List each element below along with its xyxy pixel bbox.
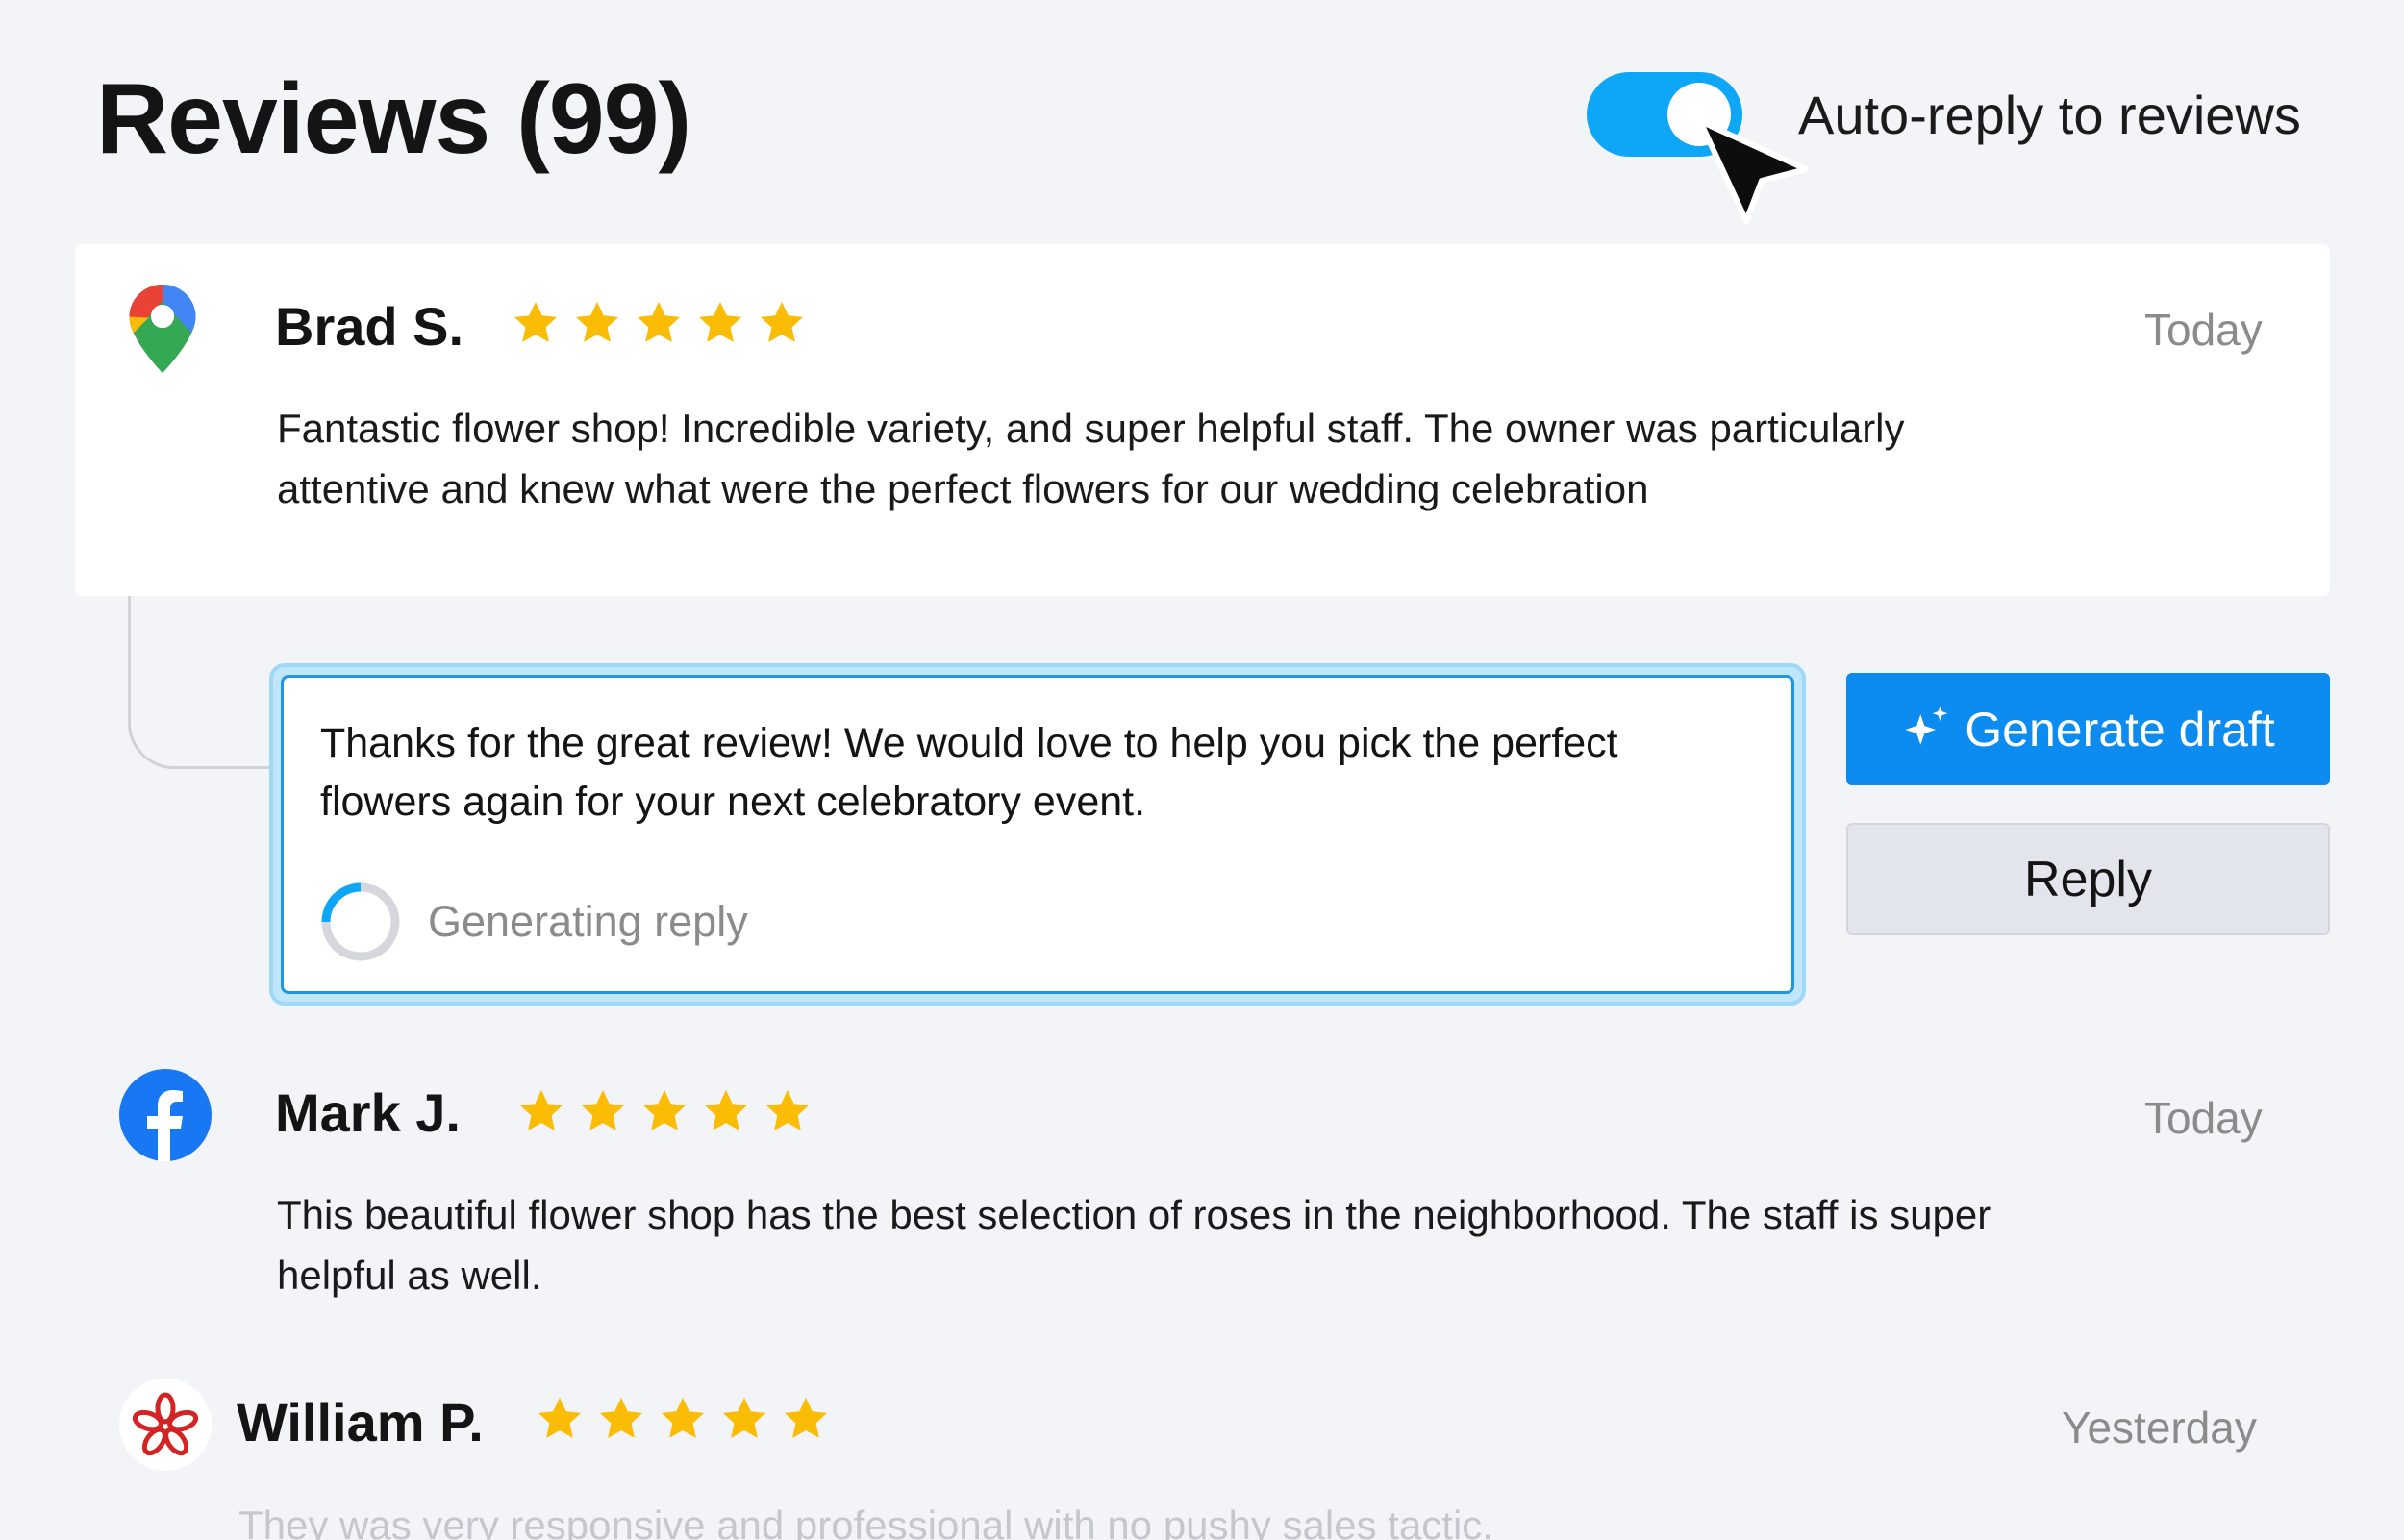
yelp-icon [119, 1379, 212, 1471]
thread-connector [128, 596, 282, 769]
review-text-line: attentive and knew what were the perfect… [277, 466, 1649, 511]
page-title: Reviews (99) [96, 63, 691, 175]
star-icon [657, 1394, 709, 1444]
star-icon [534, 1394, 586, 1444]
review-date: Today [2144, 1093, 2263, 1143]
review-date: Today [2144, 305, 2263, 355]
star-icon [756, 298, 808, 348]
reviewer-name: William P. [237, 1392, 484, 1453]
reply-text: Thanks for the great review! We would lo… [320, 714, 1618, 832]
reply-text-line: Thanks for the great review! We would lo… [320, 720, 1618, 766]
reviews-page: Reviews (99) Auto-reply to reviews Brad … [0, 0, 2404, 1540]
auto-reply-label: Auto-reply to reviews [1798, 85, 2301, 145]
generating-status: Generating reply [428, 897, 748, 946]
star-icon [762, 1086, 814, 1136]
reviewer-name: Mark J. [275, 1082, 461, 1143]
reply-text-line: flowers again for your next celebratory … [320, 779, 1146, 826]
facebook-icon [119, 1069, 212, 1161]
reply-button-label: Reply [2024, 851, 2152, 907]
star-icon [694, 298, 746, 348]
review-card: Brad S. Today Fantastic flower shop! Inc… [75, 244, 2330, 596]
review-text-line: They was very responsive and professiona… [238, 1503, 1493, 1540]
generate-draft-label: Generate draft [1965, 702, 2275, 757]
star-rating [534, 1394, 832, 1444]
star-icon [718, 1394, 770, 1444]
review-text-line: Fantastic flower shop! Incredible variet… [277, 406, 1905, 451]
star-icon [633, 298, 685, 348]
star-icon [515, 1086, 567, 1136]
sparkle-icon [1905, 705, 1948, 745]
loading-spinner-icon [321, 882, 400, 961]
star-rating [510, 298, 808, 348]
review-date: Yesterday [2062, 1403, 2257, 1453]
reply-button[interactable]: Reply [1846, 823, 2330, 935]
review-text-line: helpful as well. [277, 1253, 542, 1298]
star-icon [571, 298, 623, 348]
star-icon [639, 1086, 690, 1136]
star-icon [595, 1394, 647, 1444]
star-rating [515, 1086, 814, 1136]
reviewer-name: Brad S. [275, 296, 464, 357]
google-maps-icon [129, 285, 196, 373]
generate-draft-button[interactable]: Generate draft [1846, 673, 2330, 785]
reply-textarea[interactable]: Thanks for the great review! We would lo… [281, 675, 1794, 994]
star-icon [510, 298, 562, 348]
mouse-cursor-icon [1697, 118, 1809, 224]
review-text-line: This beautiful flower shop has the best … [277, 1192, 1991, 1237]
reply-draft-box[interactable]: Thanks for the great review! We would lo… [269, 663, 1806, 1006]
star-icon [700, 1086, 752, 1136]
star-icon [577, 1086, 629, 1136]
star-icon [780, 1394, 832, 1444]
